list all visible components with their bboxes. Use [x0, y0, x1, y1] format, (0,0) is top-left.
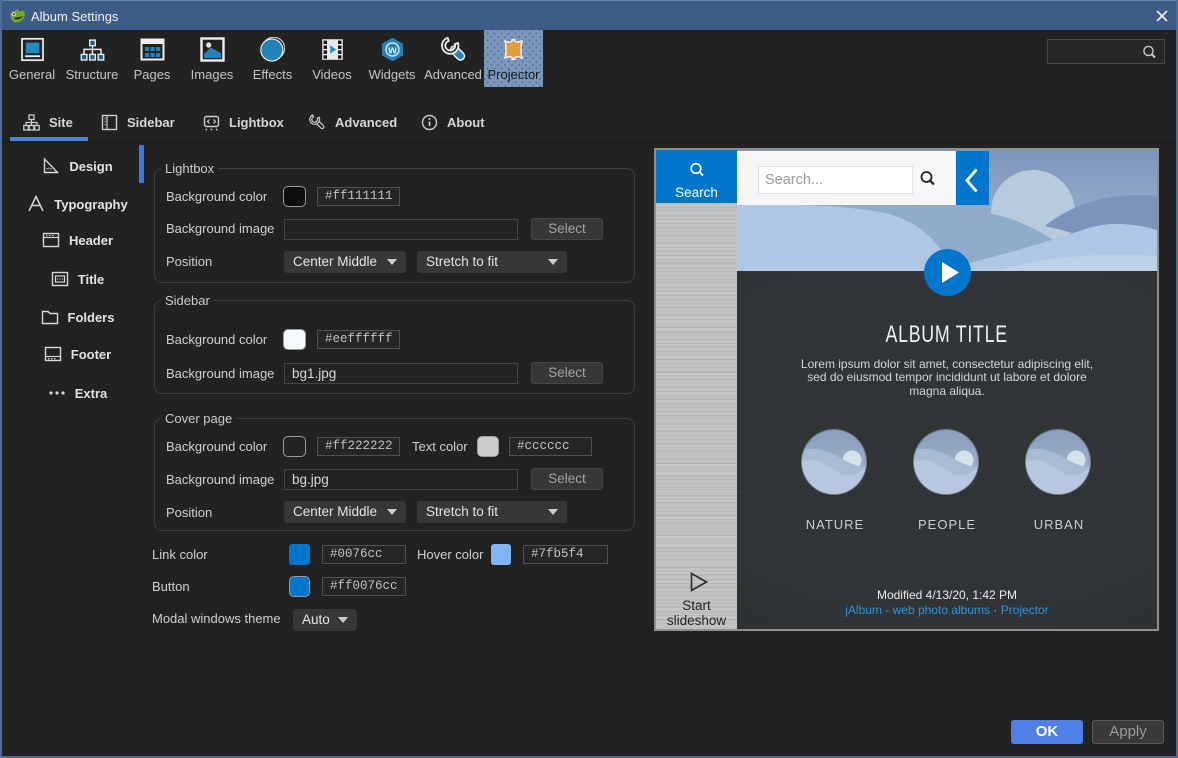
- svg-text:w: w: [387, 44, 397, 56]
